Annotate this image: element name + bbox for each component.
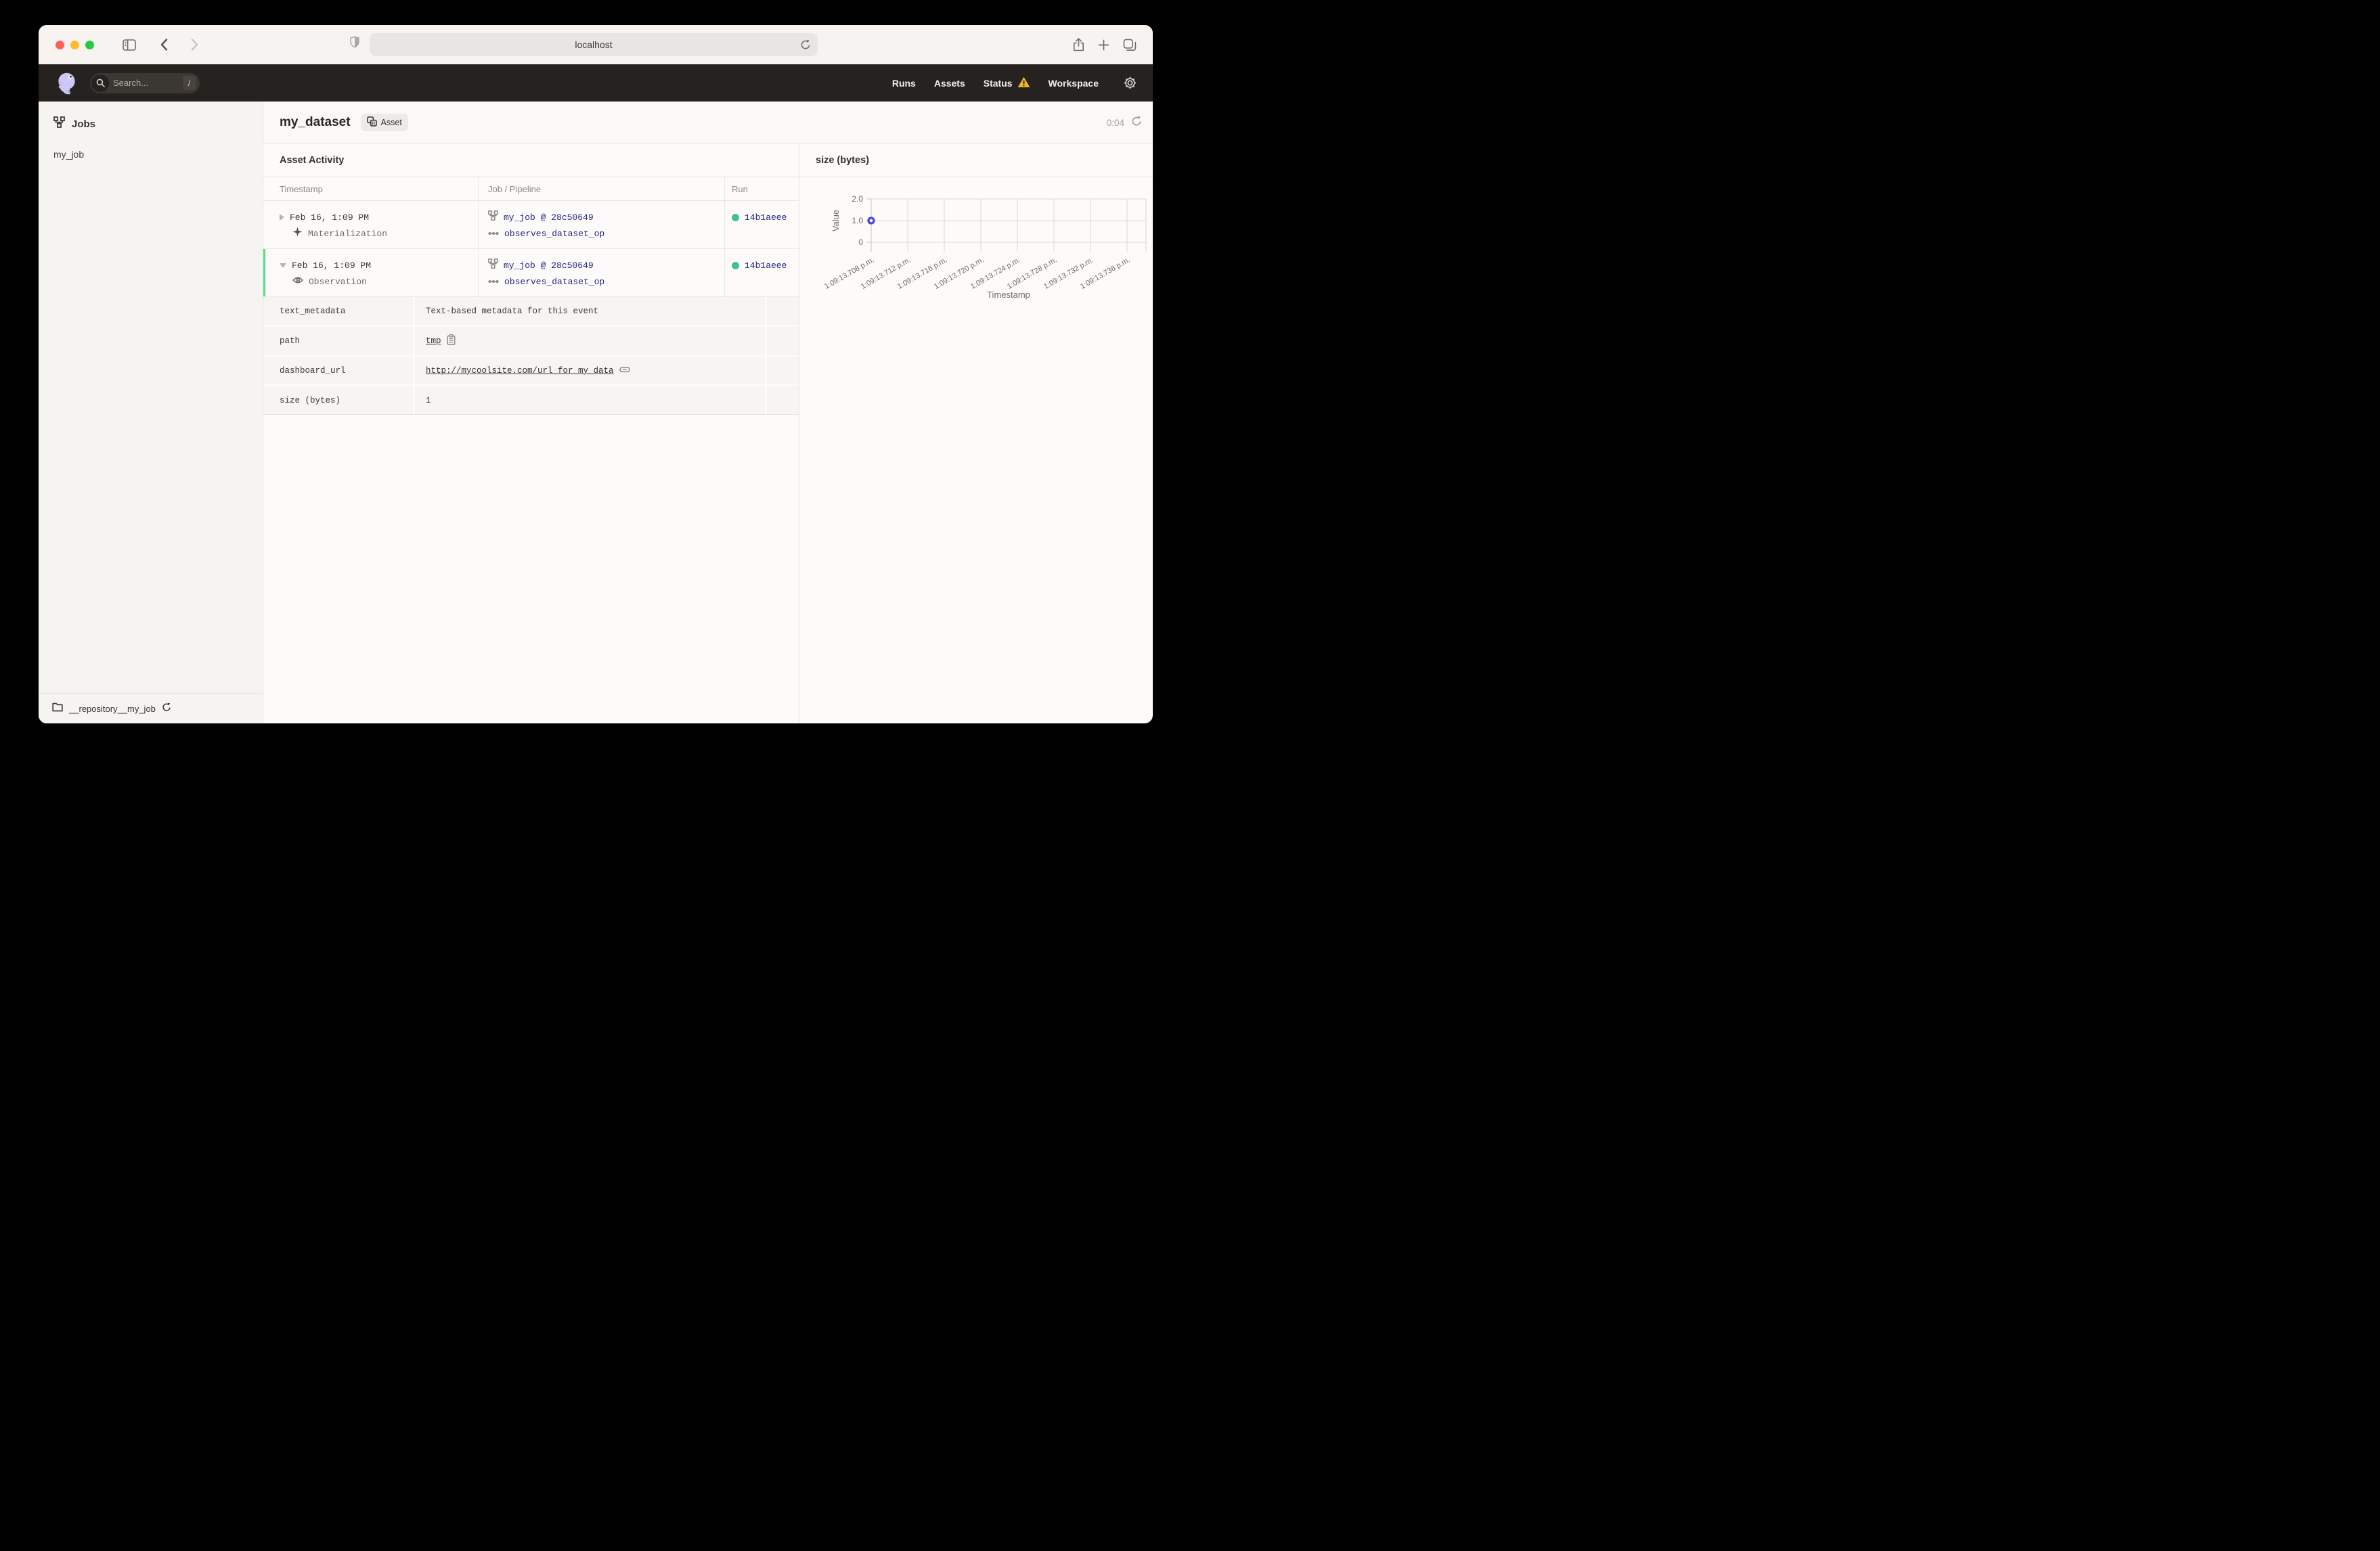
sidebar-toggle-icon[interactable] bbox=[123, 39, 136, 51]
new-tab-icon[interactable] bbox=[1098, 39, 1109, 51]
svg-text:0: 0 bbox=[858, 238, 863, 247]
metadata-value: Text-based metadata for this event bbox=[415, 297, 765, 325]
job-link[interactable]: my_job @ 28c50649 bbox=[504, 261, 594, 271]
collapse-caret-icon[interactable] bbox=[280, 263, 286, 268]
minimize-window-button[interactable] bbox=[70, 40, 79, 49]
column-header-timestamp: Timestamp bbox=[280, 183, 323, 194]
metadata-extra-cell bbox=[767, 327, 799, 355]
forward-button-icon[interactable] bbox=[191, 39, 198, 51]
nav-link-workspace[interactable]: Workspace bbox=[1049, 78, 1099, 89]
metadata-key: text_metadata bbox=[263, 297, 413, 325]
jobs-workflow-icon bbox=[53, 116, 65, 131]
svg-text:Value: Value bbox=[831, 210, 841, 231]
metadata-extra-cell bbox=[767, 386, 799, 414]
expand-caret-icon[interactable] bbox=[280, 214, 284, 221]
op-icon bbox=[488, 227, 499, 240]
repository-reload-icon[interactable] bbox=[162, 702, 171, 715]
search-shortcut-key: / bbox=[183, 76, 196, 90]
asset-tag-label: Asset bbox=[380, 118, 402, 127]
close-window-button[interactable] bbox=[56, 40, 64, 49]
op-link[interactable]: observes_dataset_op bbox=[504, 277, 604, 287]
metadata-key: dashboard_url bbox=[263, 357, 413, 384]
nav-link-assets[interactable]: Assets bbox=[934, 78, 965, 89]
metadata-row-path: path tmp bbox=[263, 327, 799, 355]
metadata-row-size-bytes: size (bytes) 1 bbox=[263, 386, 799, 414]
browser-window: localhost Search... / Runs Assets Status… bbox=[39, 25, 1153, 723]
refresh-icon[interactable] bbox=[1131, 116, 1142, 130]
repository-footer: __repository__my_job bbox=[39, 693, 263, 723]
page-title: my_dataset bbox=[280, 115, 351, 129]
job-icon bbox=[488, 210, 498, 224]
event-timestamp: Feb 16, 1:09 PM bbox=[292, 260, 372, 271]
sidebar-item-my-job[interactable]: my_job bbox=[39, 131, 263, 160]
run-id-link[interactable]: 14b1aeee bbox=[745, 212, 787, 223]
external-link-icon[interactable] bbox=[619, 365, 630, 376]
chart-title: size (bytes) bbox=[816, 155, 869, 166]
warning-triangle-icon bbox=[1017, 76, 1030, 90]
global-search[interactable]: / bbox=[90, 72, 200, 93]
op-icon bbox=[488, 275, 499, 288]
tab-overview-icon[interactable] bbox=[1123, 39, 1137, 51]
metadata-row-dashboard-url: dashboard_url http://mycoolsite.com/url_… bbox=[263, 357, 799, 384]
metadata-value: 1 bbox=[415, 386, 765, 414]
activity-table-header: Timestamp Job / Pipeline Run bbox=[263, 177, 799, 201]
column-header-job-pipeline: Job / Pipeline bbox=[478, 177, 724, 200]
copy-clipboard-icon[interactable] bbox=[447, 334, 456, 348]
folder-icon bbox=[52, 702, 63, 715]
address-bar-url[interactable]: localhost bbox=[575, 39, 612, 50]
metadata-key: size (bytes) bbox=[263, 386, 413, 414]
svg-text:2.0: 2.0 bbox=[852, 194, 863, 204]
run-status-dot bbox=[732, 261, 739, 269]
svg-text:Timestamp: Timestamp bbox=[987, 290, 1030, 300]
asset-tag[interactable]: Asset bbox=[360, 114, 408, 131]
settings-gear-icon[interactable] bbox=[1124, 76, 1137, 89]
share-icon[interactable] bbox=[1073, 38, 1084, 51]
nav-link-status[interactable]: Status bbox=[984, 76, 1030, 90]
zoom-window-button[interactable] bbox=[85, 40, 94, 49]
svg-text:1.0: 1.0 bbox=[852, 216, 863, 225]
metadata-row-text-metadata: text_metadata Text-based metadata for th… bbox=[263, 297, 799, 325]
run-status-dot bbox=[732, 213, 739, 221]
column-header-run: Run bbox=[724, 177, 799, 200]
traffic-lights bbox=[56, 40, 94, 49]
asset-activity-title: Asset Activity bbox=[280, 155, 345, 166]
browser-chrome: localhost bbox=[39, 25, 1153, 64]
event-row-observation: Feb 16, 1:09 PM Observation my_job @ 28c… bbox=[263, 249, 799, 297]
path-link[interactable]: tmp bbox=[426, 336, 441, 346]
metadata-chart: 01.02.01:09:13.708 p.m.1:09:13.712 p.m.1… bbox=[823, 194, 1147, 300]
job-icon bbox=[488, 258, 498, 272]
op-link[interactable]: observes_dataset_op bbox=[504, 229, 604, 239]
page-reload-icon[interactable] bbox=[800, 39, 811, 51]
poll-timer: 0:04 bbox=[1106, 117, 1124, 128]
observation-eye-icon bbox=[292, 275, 304, 288]
event-metadata-table: text_metadata Text-based metadata for th… bbox=[263, 297, 799, 415]
back-button-icon[interactable] bbox=[160, 39, 168, 51]
asset-icon bbox=[366, 116, 377, 129]
nav-link-runs[interactable]: Runs bbox=[892, 78, 916, 89]
search-input[interactable] bbox=[109, 78, 183, 88]
asset-activity-panel: Asset Activity Timestamp Job / Pipeline … bbox=[263, 144, 799, 723]
left-sidebar: Jobs my_job __repository__my_job bbox=[39, 102, 263, 723]
event-type: Materialization bbox=[308, 228, 388, 239]
job-link[interactable]: my_job @ 28c50649 bbox=[504, 212, 594, 223]
address-bar[interactable]: localhost bbox=[370, 33, 818, 56]
search-icon bbox=[91, 74, 109, 92]
metadata-key: path bbox=[263, 327, 413, 355]
event-row-materialization: Feb 16, 1:09 PM Materialization my_job @… bbox=[263, 201, 799, 249]
dagster-logo-icon[interactable] bbox=[55, 71, 79, 95]
metadata-extra-cell bbox=[767, 357, 799, 384]
materialization-sparkle-icon bbox=[292, 227, 303, 240]
app-top-nav: / Runs Assets Status Workspace bbox=[39, 64, 1153, 102]
repository-name: __repository__my_job bbox=[69, 703, 156, 714]
metadata-extra-cell bbox=[767, 297, 799, 325]
event-type: Observation bbox=[309, 276, 367, 287]
event-timestamp: Feb 16, 1:09 PM bbox=[290, 212, 370, 223]
privacy-shield-icon[interactable] bbox=[350, 36, 359, 48]
dashboard-url-link[interactable]: http://mycoolsite.com/url_for_my_data bbox=[426, 366, 614, 376]
metadata-plots-panel: size (bytes) 0 1.0 2.0 1:09:13.708 p.m. 1:09… bbox=[799, 144, 1153, 723]
run-id-link[interactable]: 14b1aeee bbox=[745, 261, 787, 271]
asset-page-header: my_dataset Asset 0:04 bbox=[263, 102, 1153, 144]
sidebar-section-title: Jobs bbox=[72, 118, 96, 130]
